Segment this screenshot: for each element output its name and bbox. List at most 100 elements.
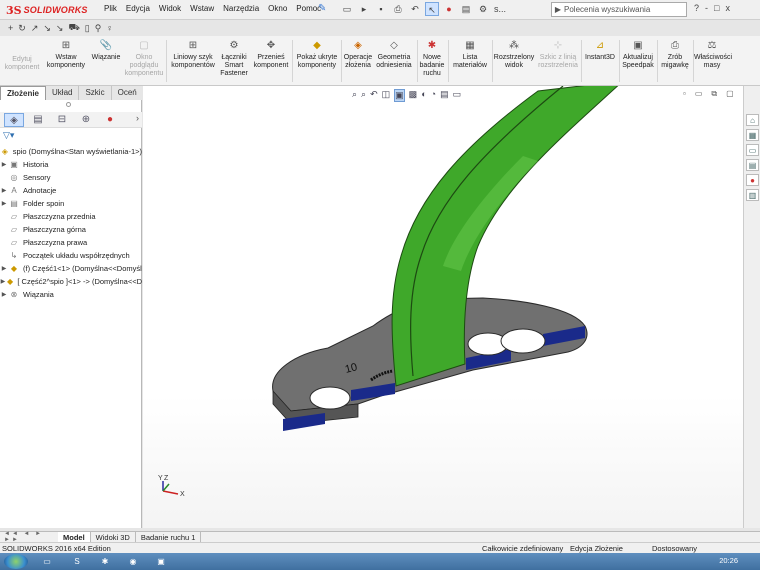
- assembly-features-button[interactable]: ◈ Operacje złożenia: [342, 40, 374, 70]
- menu-item-tools[interactable]: Narzędzia: [223, 4, 259, 13]
- view-orientation-icon[interactable]: ▣: [394, 89, 405, 102]
- hide-show-icon[interactable]: ◐: [421, 89, 426, 102]
- maximize-icon[interactable]: □: [714, 3, 719, 13]
- display-manager-tab-icon[interactable]: ●: [100, 113, 120, 127]
- insert-components-button[interactable]: ⊞ Wstaw komponenty: [44, 40, 88, 70]
- viewport-tile-icon[interactable]: ⧉: [711, 89, 717, 99]
- apply-scene-icon[interactable]: ▤: [440, 89, 449, 102]
- dimxpert-tab-icon[interactable]: ⊕: [76, 113, 96, 127]
- options-gear-icon[interactable]: ⚙: [476, 2, 490, 16]
- exploded-view-button[interactable]: ⁂ Rozstrzelony widok: [493, 40, 535, 70]
- start-button[interactable]: [4, 554, 28, 569]
- viewport-restore-icon[interactable]: ▫: [683, 89, 686, 99]
- graphics-area[interactable]: 10 Y Z X: [143, 86, 743, 528]
- reference-geometry-button[interactable]: ◇ Geometria odniesienia: [374, 40, 414, 70]
- design-library-icon[interactable]: ▦: [746, 129, 759, 141]
- configuration-manager-tab-icon[interactable]: ⊟: [52, 113, 72, 127]
- menu-item-window[interactable]: Okno: [268, 4, 287, 13]
- help-icon[interactable]: ?: [694, 3, 699, 13]
- panel-collapse-handle[interactable]: [66, 102, 71, 107]
- edit-component-button[interactable]: Edytuj komponent: [2, 56, 42, 72]
- tab-layout[interactable]: Układ: [46, 86, 80, 100]
- expand-arrow-icon[interactable]: ▶: [0, 291, 8, 298]
- new-motion-study-button[interactable]: ✱ Nowe badanie ruchu: [418, 40, 446, 78]
- tree-item-weld-folder[interactable]: ▶ ▤ Folder spoin: [0, 197, 142, 210]
- solidworks-resources-icon[interactable]: ⌂: [746, 114, 759, 126]
- file-properties-icon[interactable]: ▤: [459, 2, 473, 16]
- tab-motion-study[interactable]: Badanie ruchu 1: [136, 531, 202, 543]
- show-hidden-button[interactable]: ◆ Pokaż ukryte komponenty: [294, 40, 340, 70]
- app2-taskbar-icon[interactable]: ◉: [122, 555, 144, 568]
- mate-button[interactable]: 📎 Wiązanie: [89, 40, 123, 62]
- search-input[interactable]: Polecenia wyszukiwania: [564, 5, 650, 14]
- appearances-icon[interactable]: ●: [746, 174, 759, 186]
- display-style-icon[interactable]: ▩: [409, 89, 418, 102]
- linear-pattern-button[interactable]: ⊞ Liniowy szyk komponentów: [168, 40, 218, 70]
- file-explorer-icon[interactable]: ▭: [746, 144, 759, 156]
- viewport-minimize-icon[interactable]: ▭: [695, 89, 703, 99]
- pin-menu-icon[interactable]: ✎: [318, 3, 326, 14]
- edit-appearance-icon[interactable]: ◔: [431, 89, 436, 102]
- print-icon[interactable]: ⎙: [391, 2, 405, 16]
- tree-item-mates[interactable]: ▶ ⊗ Wiązania: [0, 288, 142, 301]
- explode-line-sketch-button[interactable]: ⊹ Szkic z linią rozstrzelenia: [536, 40, 580, 70]
- tab-assembly[interactable]: Złożenie: [0, 86, 47, 100]
- arrow-down-right-icon[interactable]: ↘: [43, 23, 51, 34]
- feature-tree-tab-icon[interactable]: ◈: [4, 112, 24, 127]
- tree-item-part1[interactable]: ▶ ◆ (f) Część1<1> (Domyślna<<Domyśl: [0, 262, 142, 275]
- command-search[interactable]: ▶ Polecenia wyszukiwania: [551, 2, 687, 17]
- tab-sketch[interactable]: Szkic: [79, 86, 112, 100]
- tree-item-origin[interactable]: ↳ Początek układu współrzędnych: [0, 249, 142, 262]
- view-palette-icon[interactable]: ▤: [746, 159, 759, 171]
- tree-item-front-plane[interactable]: ▱ Płaszczyzna przednia: [0, 210, 142, 223]
- zoom-to-fit-icon[interactable]: ⌕: [352, 89, 357, 102]
- open-icon[interactable]: ▸: [357, 2, 371, 16]
- app-taskbar-icon[interactable]: ✱: [94, 555, 116, 568]
- explorer-taskbar-icon[interactable]: ▭: [36, 555, 58, 568]
- view-settings-icon[interactable]: ▭: [453, 89, 462, 102]
- car-icon[interactable]: ⛟: [68, 22, 79, 34]
- tree-item-annotations[interactable]: ▶ A Adnotacje: [0, 184, 142, 197]
- previous-view-icon[interactable]: ↶: [370, 89, 378, 102]
- add-icon[interactable]: +: [8, 23, 13, 33]
- solidworks-logo[interactable]: 3S SOLIDWORKS: [6, 3, 88, 17]
- menu-item-view[interactable]: Widok: [159, 4, 181, 13]
- tab-evaluate[interactable]: Oceń: [112, 86, 144, 100]
- lightbulb-icon[interactable]: ♀: [106, 23, 113, 33]
- sketch-icon[interactable]: ↘: [56, 23, 64, 34]
- menu-item-edit[interactable]: Edycja: [126, 4, 150, 13]
- new-document-icon[interactable]: ▭: [340, 2, 354, 16]
- tree-item-sensors[interactable]: ◎ Sensory: [0, 171, 142, 184]
- tree-item-top-plane[interactable]: ▱ Płaszczyzna górna: [0, 223, 142, 236]
- customize-label[interactable]: s...: [493, 2, 507, 16]
- app3-taskbar-icon[interactable]: ▣: [150, 555, 172, 568]
- zoom-area-icon[interactable]: ⌕: [361, 89, 366, 102]
- expand-arrow-icon[interactable]: ▶: [0, 200, 8, 207]
- section-view-icon[interactable]: ◫: [382, 89, 391, 102]
- tree-item-right-plane[interactable]: ▱ Płaszczyzna prawa: [0, 236, 142, 249]
- close-icon[interactable]: x: [725, 3, 730, 13]
- expand-arrow-icon[interactable]: ▶: [0, 265, 8, 272]
- rebuild-icon[interactable]: ●: [442, 2, 456, 16]
- save-icon[interactable]: ▪: [374, 2, 388, 16]
- preview-window-button[interactable]: ▢ Okno podglądu komponentu: [124, 40, 164, 78]
- tree-item-root[interactable]: ◈ spio (Domyślna<Stan wyświetlania-1>): [0, 145, 142, 158]
- tag-icon[interactable]: ⚲: [95, 23, 102, 34]
- custom-properties-icon[interactable]: ▥: [746, 189, 759, 201]
- chevron-right-icon[interactable]: ›: [136, 113, 139, 123]
- mass-properties-button[interactable]: ⚖ Właściwości masy: [694, 40, 732, 70]
- bom-button[interactable]: ▦ Lista materiałów: [450, 40, 490, 70]
- file-icon[interactable]: ▯: [85, 23, 90, 34]
- select-cursor-icon[interactable]: ↖: [425, 2, 439, 16]
- tab-model[interactable]: Model: [58, 531, 91, 543]
- viewport-maximize-icon[interactable]: ▢: [726, 89, 734, 99]
- arrow-up-right-icon[interactable]: ↗: [31, 23, 39, 34]
- move-component-button[interactable]: ✥ Przenieś komponent: [251, 40, 291, 70]
- expand-arrow-icon[interactable]: ▶: [0, 161, 8, 168]
- minimize-icon[interactable]: -: [705, 3, 708, 13]
- tab-3d-views[interactable]: Widoki 3D: [91, 531, 136, 543]
- tree-item-part2[interactable]: ▶ ◆ [ Część2^spio ]<1> -> (Domyślna<<D: [0, 275, 142, 288]
- solidworks-taskbar-icon[interactable]: S: [66, 555, 88, 568]
- expand-arrow-icon[interactable]: ▶: [0, 187, 8, 194]
- smart-fastener-button[interactable]: ⚙ Łączniki Smart Fastener: [218, 40, 250, 78]
